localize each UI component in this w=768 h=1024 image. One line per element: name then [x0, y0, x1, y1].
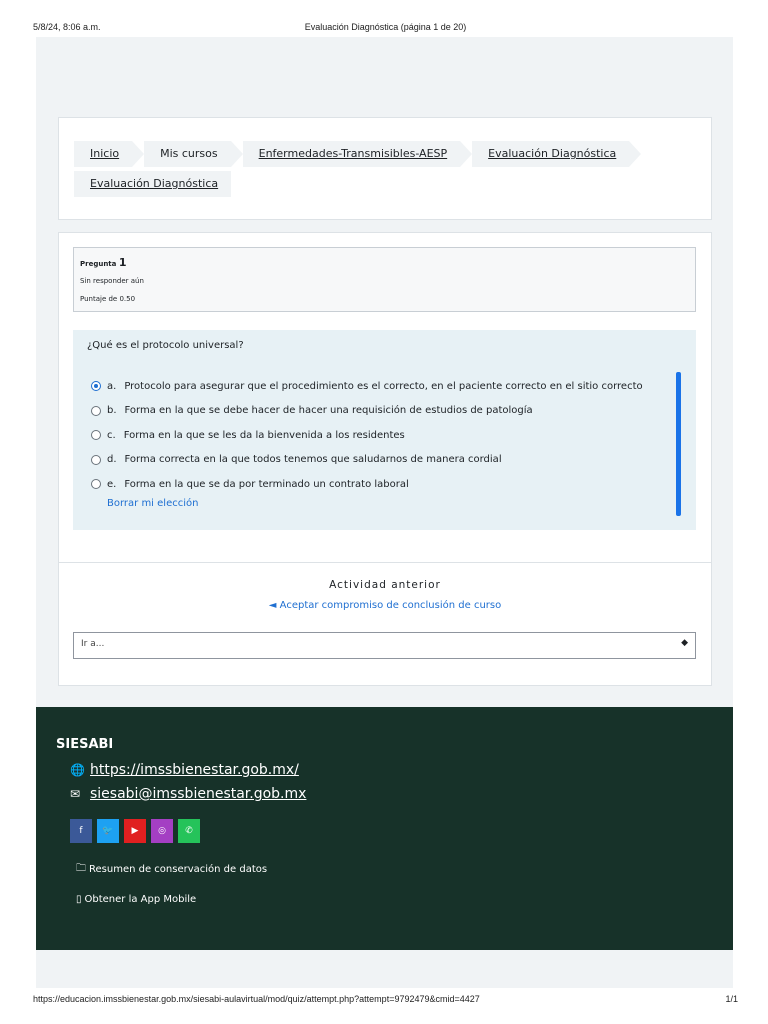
mobile-app-label: Obtener la App Mobile — [84, 894, 197, 905]
print-title: Evaluación Diagnóstica (página 1 de 20) — [304, 22, 467, 32]
breadcrumb: Inicio Mis cursos Enfermedades-Transmisi… — [58, 117, 712, 220]
answer-letter-a: a. — [107, 380, 117, 392]
answer-option-a[interactable]: a. Protocolo para asegurar que el procedi… — [91, 374, 643, 399]
breadcrumb-link-quiz[interactable]: Evaluación Diagnóstica — [90, 177, 218, 190]
question-text: ¿Qué es el protocolo universal? — [87, 340, 244, 351]
footer-email: ✉ siesabi@imssbienestar.gob.mx — [70, 786, 306, 802]
breadcrumb-item-inicio[interactable]: Inicio — [74, 141, 145, 167]
print-page-count: 1/1 — [725, 994, 738, 1004]
answer-option-b[interactable]: b. Forma en la que se debe hacer de hacer… — [91, 399, 643, 424]
answer-letter-e: e. — [107, 478, 117, 490]
breadcrumb-link-section[interactable]: Evaluación Diagnóstica — [488, 147, 616, 160]
jump-to-label: Ir a... — [81, 639, 105, 649]
answer-option-c[interactable]: c. Forma en la que se les da la bienvenid… — [91, 423, 643, 448]
answer-text-a: Protocolo para asegurar que el procedimi… — [124, 380, 643, 392]
answers-scrollbar[interactable] — [676, 372, 681, 516]
breadcrumb-text-mis-cursos: Mis cursos — [160, 147, 218, 160]
instagram-icon[interactable]: ◎ — [151, 819, 173, 843]
print-header: 5/8/24, 8:06 a.m. Evaluación Diagnóstica… — [33, 22, 738, 36]
twitter-glyph: 🐦 — [102, 826, 114, 836]
answer-option-d[interactable]: d. Forma correcta en la que todos tenemos… — [91, 448, 643, 473]
instagram-glyph: ◎ — [158, 826, 166, 836]
radio-e[interactable] — [91, 479, 101, 490]
twitter-icon[interactable]: 🐦 — [97, 819, 119, 843]
facebook-icon[interactable]: f — [70, 819, 92, 843]
question-formulation: ¿Qué es el protocolo universal? a. Protoc… — [73, 330, 696, 530]
mobile-app-link[interactable]: ▯ Obtener la App Mobile — [76, 894, 196, 905]
question-number: 1 — [118, 256, 127, 269]
radio-c[interactable] — [91, 430, 101, 441]
answer-list: a. Protocolo para asegurar que el procedi… — [91, 374, 643, 497]
breadcrumb-link-inicio[interactable]: Inicio — [90, 147, 119, 160]
select-arrows-icon: ◆ — [681, 638, 688, 648]
radio-b[interactable] — [91, 405, 101, 416]
footer-website: 🌐 https://imssbienestar.gob.mx/ — [70, 762, 299, 778]
previous-activity-heading: Actividad anterior — [329, 579, 441, 591]
answer-text-b: Forma en la que se debe hacer de hacer u… — [124, 405, 533, 417]
data-retention-link[interactable]: 🗀 Resumen de conservación de datos — [76, 861, 267, 878]
breadcrumb-item-section[interactable]: Evaluación Diagnóstica — [472, 141, 642, 167]
answer-text-d: Forma correcta en la que todos tenemos q… — [124, 454, 502, 466]
question-card: Pregunta 1 Sin responder aún Puntaje de … — [58, 232, 712, 563]
email-link[interactable]: siesabi@imssbienestar.gob.mx — [90, 786, 306, 802]
mobile-phone-icon: ▯ — [76, 894, 82, 905]
print-url: https://educacion.imssbienestar.gob.mx/s… — [33, 994, 480, 1004]
social-links: f 🐦 ▶ ◎ ✆ — [70, 819, 205, 843]
question-info: Pregunta 1 Sin responder aún Puntaje de … — [73, 247, 696, 312]
radio-a[interactable] — [91, 381, 101, 392]
print-footer: https://educacion.imssbienestar.gob.mx/s… — [33, 994, 738, 1008]
answer-text-e: Forma en la que se da por terminado un c… — [124, 478, 409, 490]
breadcrumb-item-course[interactable]: Enfermedades-Transmisibles-AESP — [242, 141, 472, 167]
question-status: Sin responder aún — [80, 277, 144, 285]
site-footer: SIESABI 🌐 https://imssbienestar.gob.mx/ … — [36, 707, 733, 950]
radio-d[interactable] — [91, 454, 101, 465]
youtube-icon[interactable]: ▶ — [124, 819, 146, 843]
previous-activity-link[interactable]: ◄ Aceptar compromiso de conclusión de cu… — [59, 600, 711, 611]
facebook-glyph: f — [79, 826, 83, 836]
globe-icon: 🌐 — [70, 763, 85, 777]
answer-text-c: Forma en la que se les da la bienvenida … — [123, 429, 405, 441]
answer-letter-d: d. — [107, 454, 117, 466]
breadcrumb-item-quiz[interactable]: Evaluación Diagnóstica — [74, 171, 232, 197]
folder-icon: 🗀 — [76, 863, 86, 874]
footer-brand: SIESABI — [56, 737, 114, 752]
clear-choice-link[interactable]: Borrar mi elección — [107, 498, 198, 509]
whatsapp-icon[interactable]: ✆ — [178, 819, 200, 843]
whatsapp-glyph: ✆ — [185, 826, 193, 836]
breadcrumb-link-course[interactable]: Enfermedades-Transmisibles-AESP — [259, 147, 448, 160]
answer-letter-c: c. — [107, 429, 116, 441]
question-score: Puntaje de 0.50 — [80, 295, 136, 303]
website-link[interactable]: https://imssbienestar.gob.mx/ — [90, 762, 299, 778]
answer-letter-b: b. — [107, 405, 117, 417]
data-retention-label: Resumen de conservación de datos — [89, 864, 268, 875]
breadcrumb-item-mis-cursos: Mis cursos — [144, 141, 243, 167]
question-label: Pregunta — [80, 260, 117, 268]
question-label-wrap: Pregunta 1 — [80, 256, 126, 269]
jump-to-select[interactable]: Ir a... ◆ — [73, 632, 696, 659]
answer-option-e[interactable]: e. Forma en la que se da por terminado un… — [91, 472, 643, 497]
activity-navigation: Actividad anterior ◄ Aceptar compromiso … — [58, 562, 712, 686]
envelope-icon: ✉ — [70, 787, 81, 801]
youtube-glyph: ▶ — [131, 826, 139, 836]
